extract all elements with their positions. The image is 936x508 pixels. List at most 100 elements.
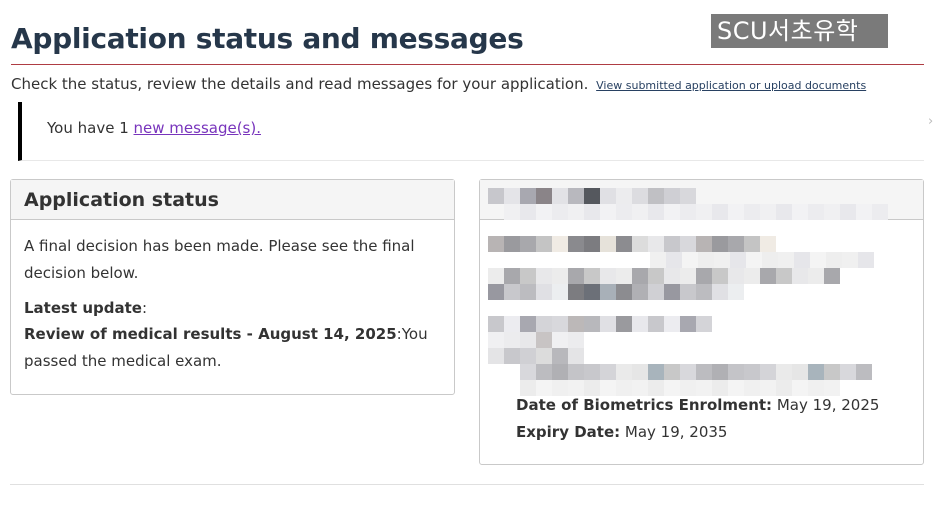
redaction-block <box>568 316 584 332</box>
notice-prefix: You have 1 <box>47 119 134 137</box>
redaction-block <box>536 364 552 380</box>
redaction-block <box>520 316 536 332</box>
redaction-block <box>600 204 616 220</box>
redaction-block <box>712 204 728 220</box>
redaction-block <box>776 364 792 380</box>
redaction-block <box>584 380 600 396</box>
redaction-block <box>584 268 600 284</box>
redaction-block <box>696 364 712 380</box>
redaction-block <box>504 188 520 204</box>
redaction-block <box>552 268 568 284</box>
expiry-date: Expiry Date: May 19, 2035 <box>516 423 727 441</box>
redaction-block <box>824 204 840 220</box>
redaction-block <box>744 204 760 220</box>
redaction-block <box>762 252 778 268</box>
redaction-block <box>858 252 874 268</box>
redaction-block <box>488 284 504 300</box>
redaction-block <box>744 268 760 284</box>
redaction-block <box>520 204 536 220</box>
redaction-block <box>616 284 632 300</box>
redaction-block <box>632 284 648 300</box>
redaction-block <box>650 252 666 268</box>
redaction-block <box>680 284 696 300</box>
redaction-block <box>776 204 792 220</box>
redaction-block <box>664 364 680 380</box>
redaction-block <box>616 188 632 204</box>
redaction-block <box>568 332 584 348</box>
chevron-right-icon: › <box>928 114 934 129</box>
redaction-block <box>600 188 616 204</box>
redaction-block <box>696 380 712 396</box>
redaction-block <box>714 252 730 268</box>
redaction-block <box>712 236 728 252</box>
redaction-block <box>712 380 728 396</box>
redaction-block <box>648 316 664 332</box>
redaction-block <box>696 316 712 332</box>
redaction-block <box>696 284 712 300</box>
redaction-block <box>648 236 664 252</box>
redaction-block <box>680 236 696 252</box>
redaction-block <box>616 364 632 380</box>
redaction-block <box>826 252 842 268</box>
redaction-block <box>712 364 728 380</box>
redaction-block <box>616 204 632 220</box>
redaction-block <box>600 236 616 252</box>
redaction-block <box>504 204 520 220</box>
redaction-block <box>682 252 698 268</box>
redaction-block <box>488 268 504 284</box>
redaction-block <box>824 268 840 284</box>
redaction-block <box>728 380 744 396</box>
redaction-block <box>680 316 696 332</box>
redaction-block <box>776 268 792 284</box>
redaction-block <box>504 236 520 252</box>
redaction-block <box>584 316 600 332</box>
redaction-block <box>504 332 520 348</box>
intro-text: Check the status, review the details and… <box>11 75 589 93</box>
enrolment-label: Date of Biometrics Enrolment: <box>516 396 773 414</box>
redaction-block <box>600 316 616 332</box>
redaction-block <box>680 364 696 380</box>
redaction-block <box>536 380 552 396</box>
redaction-block <box>680 204 696 220</box>
redaction-block <box>744 364 760 380</box>
redaction-block <box>568 204 584 220</box>
redaction-block <box>520 364 536 380</box>
biometrics-enrolment: Date of Biometrics Enrolment: May 19, 20… <box>516 396 879 414</box>
redaction-block <box>728 204 744 220</box>
redaction-block <box>664 268 680 284</box>
application-status-panel: Application status A final decision has … <box>10 179 455 395</box>
redaction-block <box>840 364 856 380</box>
redaction-block <box>536 348 552 364</box>
redaction-block <box>568 236 584 252</box>
redaction-block <box>568 268 584 284</box>
redaction-block <box>872 204 888 220</box>
redaction-block <box>666 252 682 268</box>
redaction-block <box>712 268 728 284</box>
redaction-block <box>520 332 536 348</box>
redaction-block <box>584 284 600 300</box>
redaction-block <box>520 236 536 252</box>
redaction-block <box>552 284 568 300</box>
biometrics-panel: Date of Biometrics Enrolment: May 19, 20… <box>479 179 924 465</box>
redaction-block <box>632 204 648 220</box>
redaction-block <box>536 236 552 252</box>
redaction-block <box>584 364 600 380</box>
redaction-block <box>568 348 584 364</box>
redaction-block <box>584 204 600 220</box>
view-application-link[interactable]: View submitted application or upload doc… <box>596 79 866 92</box>
decision-text: A final decision has been made. Please s… <box>24 237 415 282</box>
redaction-block <box>746 252 762 268</box>
redaction-block <box>632 188 648 204</box>
redaction-block <box>552 188 568 204</box>
redaction-block <box>536 268 552 284</box>
redaction-block <box>664 204 680 220</box>
redaction-block <box>730 252 746 268</box>
redaction-block <box>568 284 584 300</box>
bottom-divider <box>10 484 924 485</box>
redaction-block <box>504 348 520 364</box>
redaction-block <box>728 364 744 380</box>
redaction-block <box>632 236 648 252</box>
redaction-block <box>536 284 552 300</box>
new-messages-link[interactable]: new message(s). <box>134 119 261 137</box>
redaction-block <box>552 380 568 396</box>
